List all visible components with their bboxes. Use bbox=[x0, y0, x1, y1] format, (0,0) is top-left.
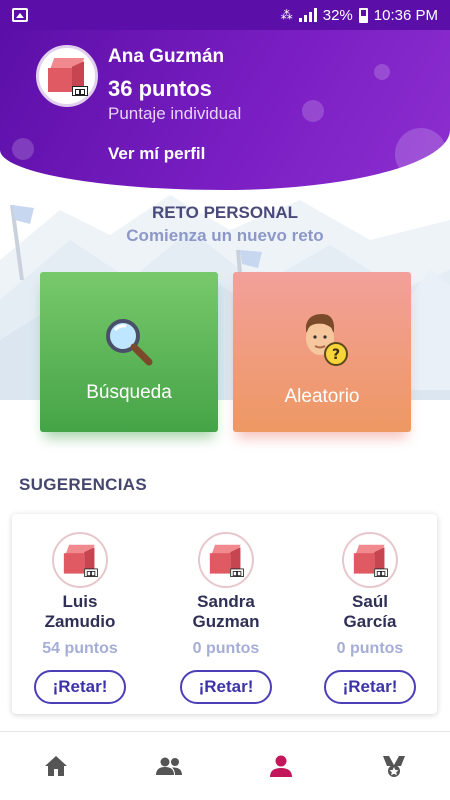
nav-home[interactable] bbox=[0, 732, 113, 800]
home-icon bbox=[45, 756, 68, 776]
random-challenge-card[interactable]: ? Aleatorio bbox=[233, 272, 411, 432]
suggestion-card: Saúl García 0 puntos ¡Retar! bbox=[310, 532, 430, 704]
cube-logo-icon bbox=[63, 544, 98, 577]
suggestion-name: Sandra Guzman bbox=[192, 592, 259, 632]
status-bar: ⁂ 32% 10:36 PM bbox=[0, 0, 450, 30]
bottom-navigation bbox=[0, 731, 450, 800]
suggestion-first-name: Luis bbox=[62, 592, 98, 611]
battery-icon bbox=[358, 7, 368, 23]
suggestion-last-name: García bbox=[343, 612, 397, 631]
signal-icon bbox=[298, 8, 317, 22]
suggestion-points: 0 puntos bbox=[192, 640, 260, 657]
challenge-button[interactable]: ¡Retar! bbox=[34, 670, 126, 704]
suggestion-last-name: Guzman bbox=[192, 612, 260, 631]
suggestions-title: SUGERENCIAS bbox=[19, 475, 147, 494]
view-profile-link[interactable]: Ver mí perfil bbox=[108, 144, 205, 164]
suggestion-first-name: Sandra bbox=[197, 592, 255, 611]
suggestion-name: Saúl García bbox=[344, 592, 397, 632]
personal-challenge-subtitle: Comienza un nuevo reto bbox=[126, 226, 324, 245]
battery-percent: 32% bbox=[322, 6, 353, 24]
cube-logo-icon bbox=[48, 58, 88, 96]
cube-logo-icon bbox=[209, 544, 244, 577]
search-label: Búsqueda bbox=[86, 382, 172, 403]
suggestion-last-name: Zamudio bbox=[44, 612, 116, 631]
trophy-icon bbox=[382, 756, 405, 777]
nav-groups[interactable] bbox=[113, 732, 226, 800]
svg-text:?: ? bbox=[332, 347, 340, 363]
nav-achievements[interactable] bbox=[338, 732, 450, 800]
magnifier-icon bbox=[106, 319, 153, 366]
personal-challenge-title: RETO PERSONAL bbox=[151, 203, 299, 222]
group-icon bbox=[155, 757, 182, 775]
clock: 10:36 PM bbox=[373, 6, 438, 24]
suggestion-first-name: Saúl bbox=[352, 592, 388, 611]
decor-bubble bbox=[12, 138, 34, 160]
person-icon bbox=[270, 755, 293, 777]
user-name: Ana Guzmán bbox=[108, 46, 225, 67]
vibrate-icon: ⁂ bbox=[280, 8, 293, 22]
decor-bubble bbox=[395, 128, 447, 180]
suggestion-points: 0 puntos bbox=[336, 640, 404, 657]
challenge-button[interactable]: ¡Retar! bbox=[324, 670, 416, 704]
suggestion-card: Luis Zamudio 54 puntos ¡Retar! bbox=[20, 532, 140, 704]
user-score-type: Puntaje individual bbox=[108, 104, 242, 123]
search-challenge-card[interactable]: Búsqueda bbox=[40, 272, 218, 432]
nav-profile[interactable] bbox=[225, 732, 338, 800]
gallery-notification-icon bbox=[12, 8, 28, 22]
suggestion-card: Sandra Guzman 0 puntos ¡Retar! bbox=[166, 532, 286, 704]
random-person-icon: ? bbox=[306, 314, 348, 366]
user-points: 36 puntos bbox=[108, 76, 212, 101]
random-label: Aleatorio bbox=[284, 386, 360, 407]
suggestion-points: 54 puntos bbox=[42, 640, 118, 657]
cube-logo-icon bbox=[353, 544, 388, 577]
decor-bubble bbox=[302, 100, 324, 122]
decor-bubble bbox=[374, 64, 390, 80]
suggestion-name: Luis Zamudio bbox=[45, 592, 116, 632]
suggestion-avatar bbox=[342, 532, 398, 588]
suggestions-panel: Luis Zamudio 54 puntos ¡Retar! Sandra Gu… bbox=[12, 514, 437, 714]
suggestion-avatar bbox=[198, 532, 254, 588]
suggestion-avatar bbox=[52, 532, 108, 588]
challenge-button[interactable]: ¡Retar! bbox=[180, 670, 272, 704]
user-avatar bbox=[36, 45, 98, 107]
